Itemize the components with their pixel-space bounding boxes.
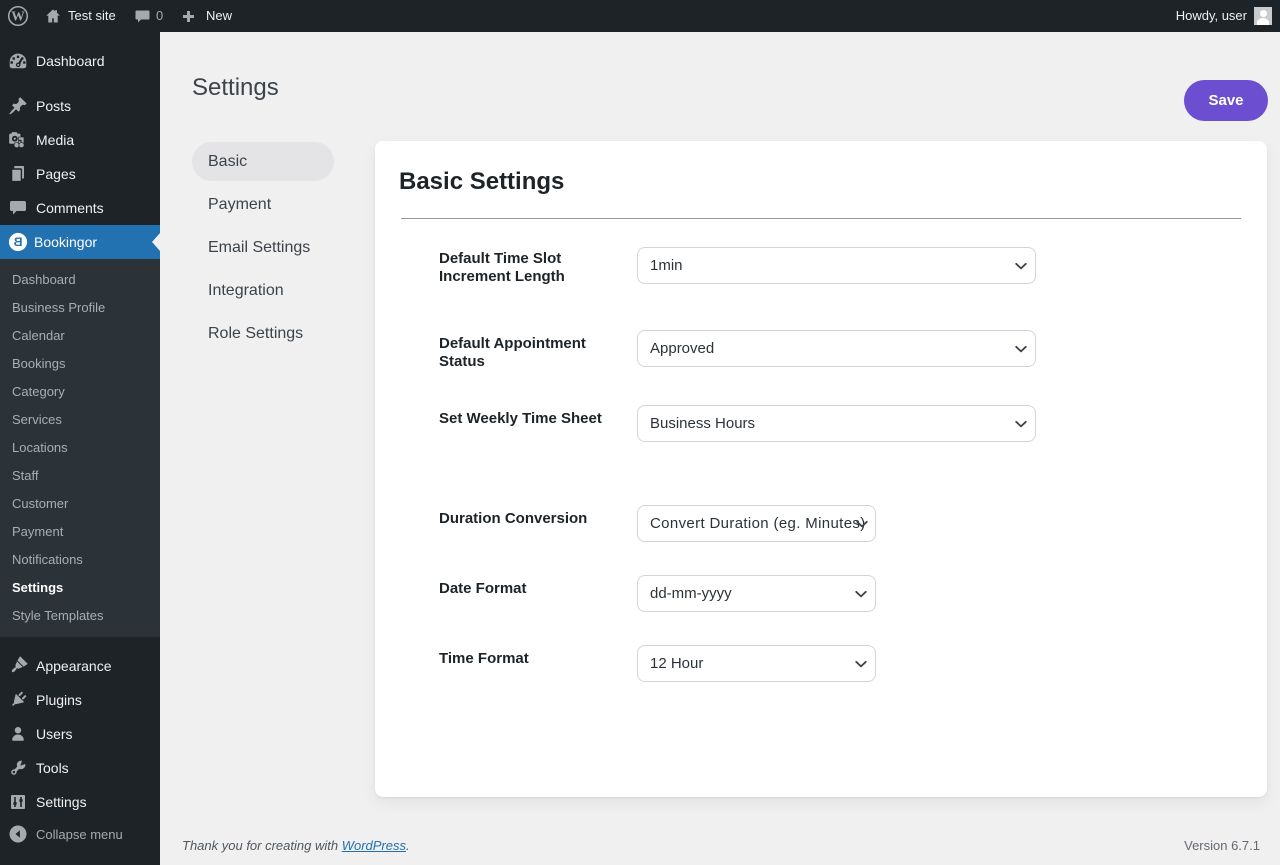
svg-text:W: W — [11, 8, 25, 23]
svg-text:B: B — [13, 235, 22, 249]
